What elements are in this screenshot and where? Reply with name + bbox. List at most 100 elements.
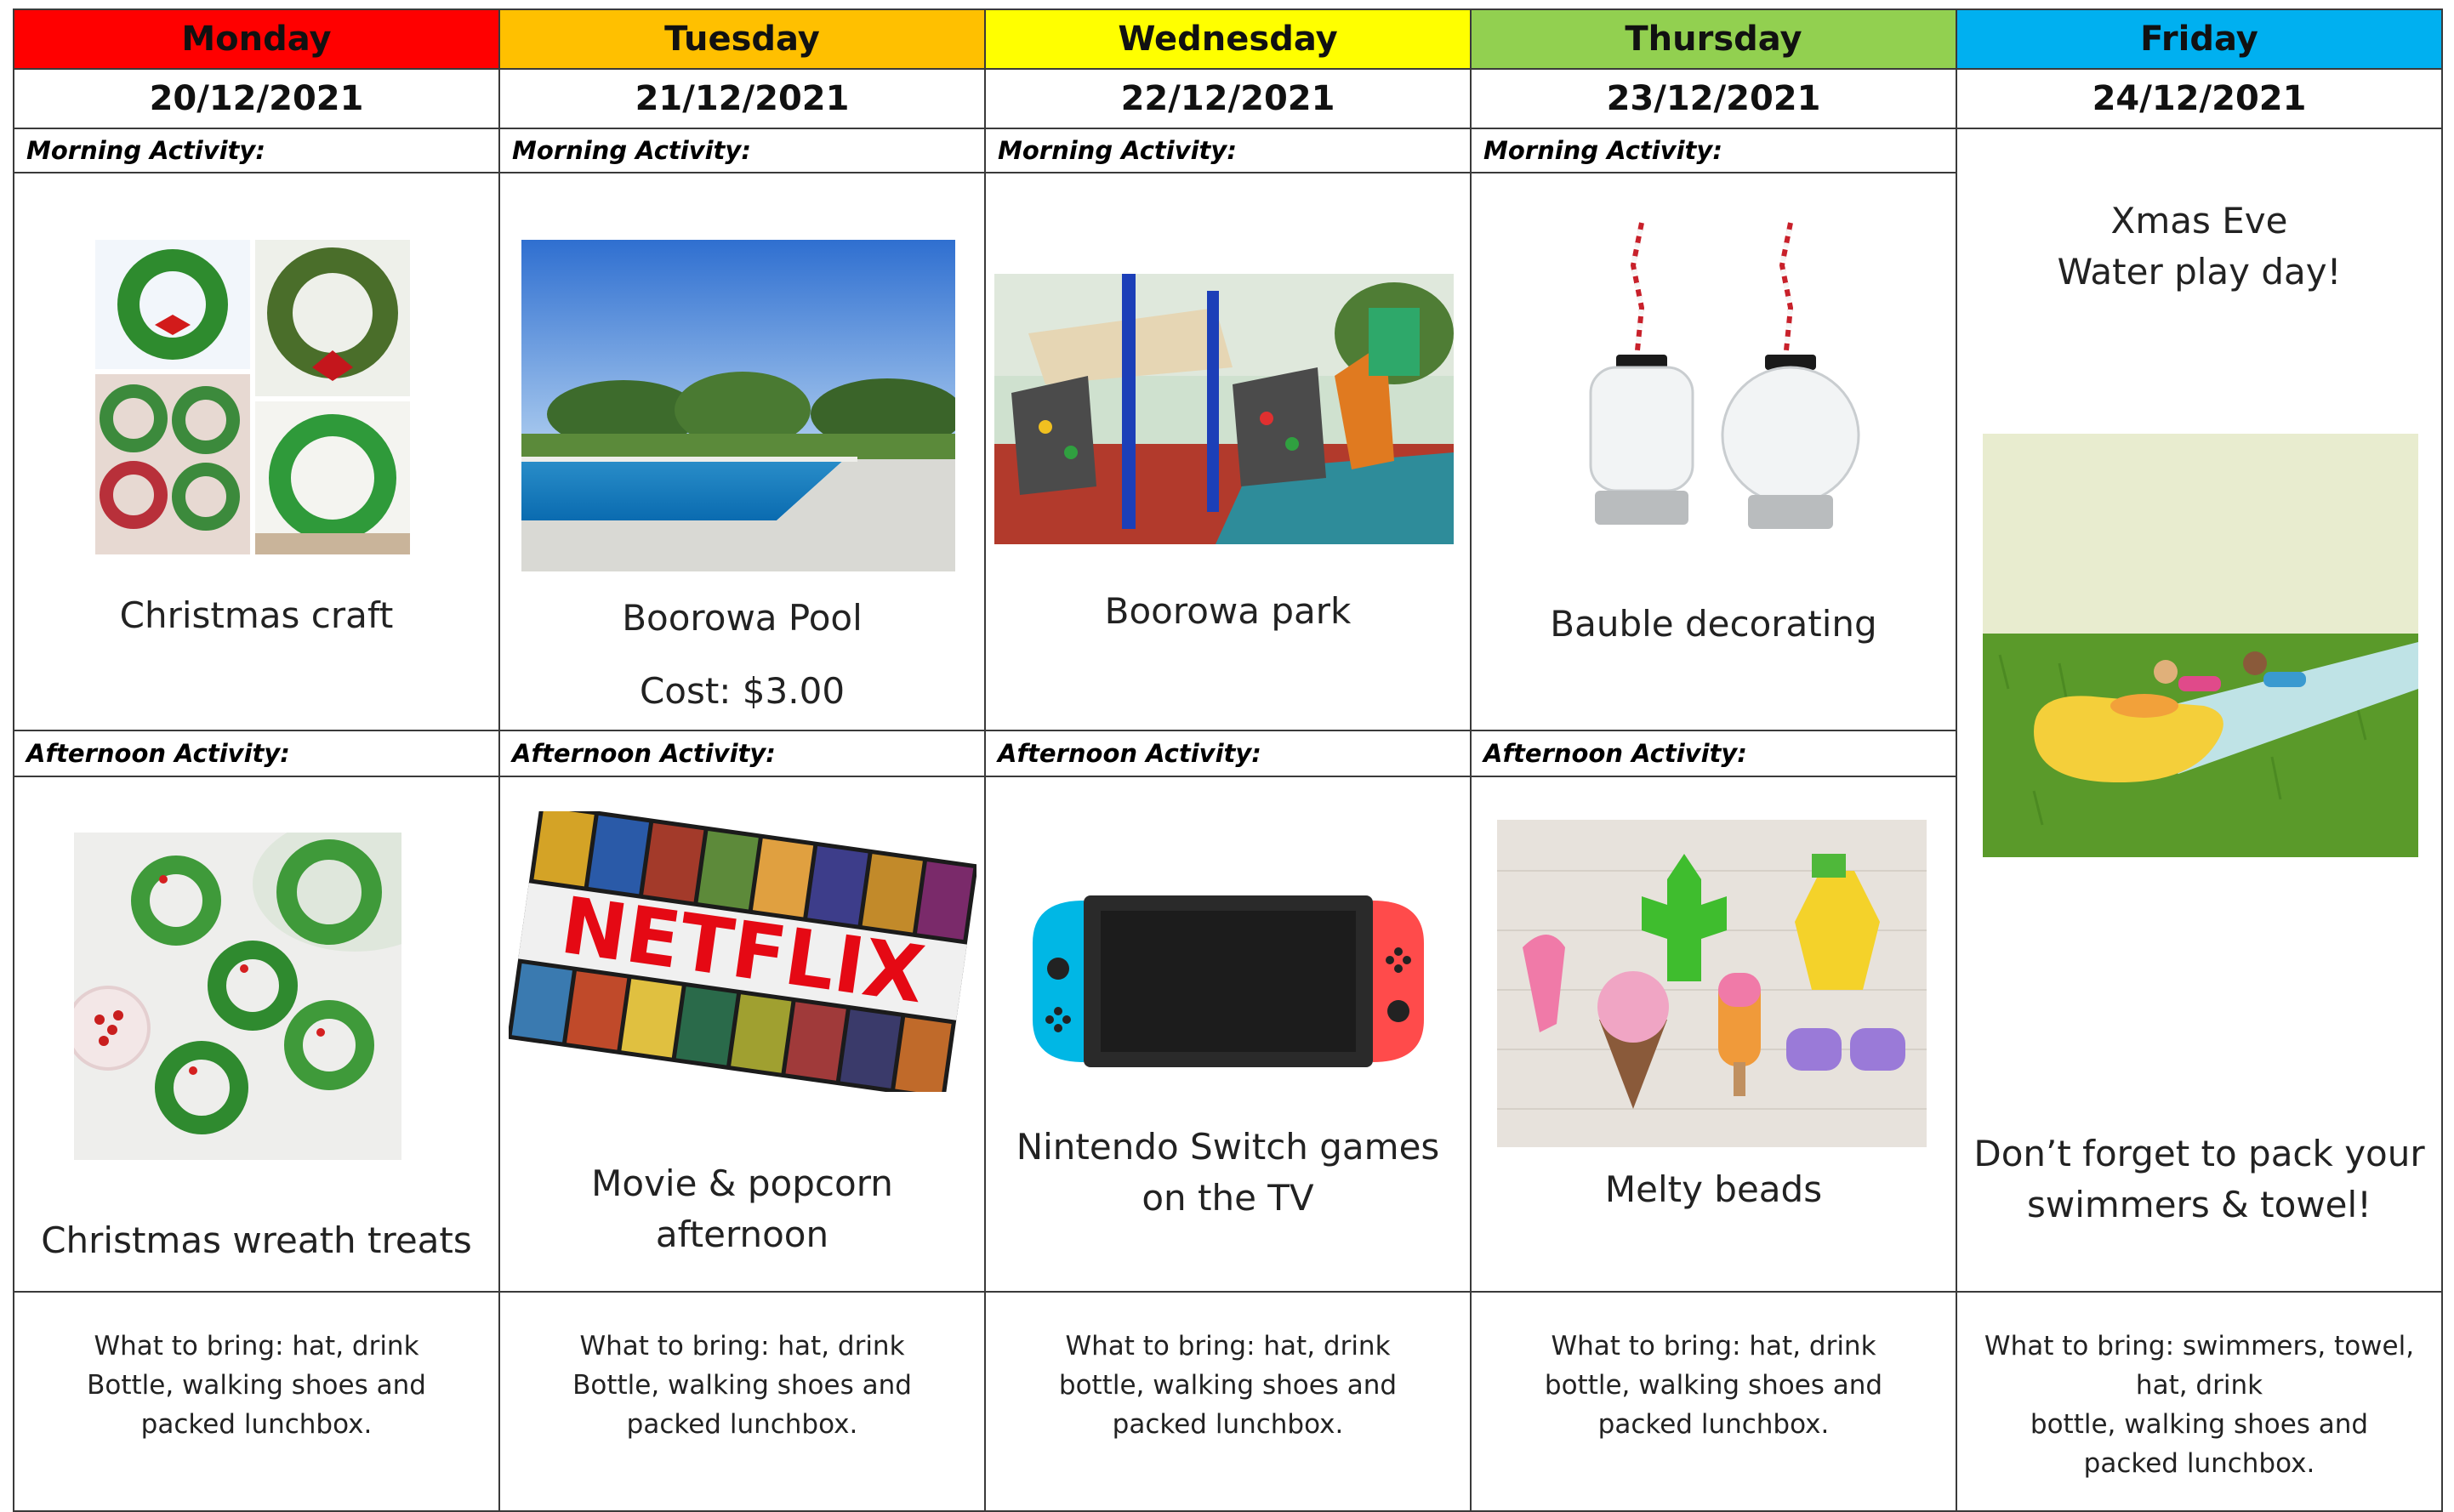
nintendo-switch-image	[1033, 892, 1424, 1071]
caption-line: Christmas craft	[119, 594, 394, 636]
afternoon-caption-tuesday: Movie & popcorn afternoon	[500, 1158, 984, 1260]
bring-line: packed lunchbox.	[1112, 1409, 1344, 1440]
bring-line: packed lunchbox.	[1597, 1409, 1830, 1440]
morning-caption-wednesday: Boorowa park	[986, 586, 1470, 637]
morning-label-text: Morning Activity:	[26, 136, 265, 165]
day-name: Friday	[2140, 20, 2258, 59]
afternoon-caption-wednesday: Nintendo Switch games on the TV	[986, 1122, 1470, 1224]
caption-line: Melty beads	[1604, 1168, 1823, 1210]
date-thursday: 23/12/2021	[1470, 68, 1957, 129]
day-name: Tuesday	[664, 20, 820, 59]
boorowa-pool-image	[521, 240, 955, 571]
christmas-craft-image	[95, 240, 410, 554]
friday-activity: Xmas Eve Water play day! Don’t forget to…	[1956, 128, 2443, 1293]
afternoon-label-text: Afternoon Activity:	[512, 739, 776, 768]
bring-line: packed lunchbox.	[626, 1409, 858, 1440]
morning-activity-thursday: Bauble decorating	[1470, 172, 1957, 731]
bauble-image	[1557, 214, 1880, 563]
caption-line: Boorowa park	[1104, 590, 1352, 632]
melty-beads-image	[1497, 820, 1927, 1147]
bring-text: What to bring: hat, drink bottle, walkin…	[1472, 1327, 1956, 1444]
headline-line: Water play day!	[2057, 251, 2342, 293]
bring-line: Bottle, walking shoes and	[572, 1370, 912, 1401]
friday-reminder: Don’t forget to pack your swimmers & tow…	[1957, 1128, 2441, 1231]
morning-caption-thursday: Bauble decorating	[1472, 599, 1956, 650]
bring-line: bottle, walking shoes and	[1058, 1370, 1398, 1401]
headline-line: Xmas Eve	[2110, 200, 2288, 242]
bring-text: What to bring: hat, drink Bottle, walkin…	[500, 1327, 984, 1444]
date-text: 20/12/2021	[149, 79, 364, 118]
morning-label-text: Morning Activity:	[1483, 136, 1722, 165]
date-monday: 20/12/2021	[13, 68, 500, 129]
morning-activity-monday: Christmas craft	[13, 172, 500, 731]
netflix-image: NETFLIX	[509, 811, 976, 1092]
bring-text: What to bring: hat, drink bottle, walkin…	[986, 1327, 1470, 1444]
morning-caption-monday: Christmas craft	[14, 590, 498, 641]
afternoon-label-text: Afternoon Activity:	[1483, 739, 1747, 768]
afternoon-label-wednesday: Afternoon Activity:	[984, 730, 1472, 777]
morning-activity-wednesday: Boorowa park	[984, 172, 1472, 731]
afternoon-activity-thursday: Melty beads	[1470, 776, 1957, 1293]
morning-activity-tuesday: Boorowa Pool Cost: $3.00	[498, 172, 986, 731]
bring-line: What to bring: hat, drink	[579, 1331, 905, 1361]
date-text: 23/12/2021	[1606, 79, 1821, 118]
date-wednesday: 22/12/2021	[984, 68, 1472, 129]
morning-label-monday: Morning Activity:	[13, 128, 500, 173]
afternoon-label-text: Afternoon Activity:	[998, 739, 1261, 768]
bring-line: What to bring: hat, drink	[1551, 1331, 1876, 1361]
day-header-friday: Friday	[1956, 9, 2443, 70]
day-header-thursday: Thursday	[1470, 9, 1957, 70]
morning-label-wednesday: Morning Activity:	[984, 128, 1472, 173]
day-header-tuesday: Tuesday	[498, 9, 986, 70]
afternoon-label-text: Afternoon Activity:	[26, 739, 290, 768]
date-text: 21/12/2021	[635, 79, 850, 118]
friday-headline: Xmas Eve Water play day!	[1957, 196, 2441, 298]
bring-line: packed lunchbox.	[140, 1409, 373, 1440]
date-text: 24/12/2021	[2092, 79, 2307, 118]
caption-line: Movie & popcorn	[591, 1162, 893, 1204]
bring-text: What to bring: hat, drink Bottle, walkin…	[14, 1327, 498, 1444]
date-text: 22/12/2021	[1120, 79, 1335, 118]
morning-label-text: Morning Activity:	[998, 136, 1237, 165]
day-name: Monday	[181, 20, 332, 59]
boorowa-park-image	[994, 274, 1454, 544]
afternoon-label-tuesday: Afternoon Activity:	[498, 730, 986, 777]
bring-line: bottle, walking shoes and	[2030, 1409, 2369, 1440]
morning-label-text: Morning Activity:	[512, 136, 751, 165]
bring-tuesday: What to bring: hat, drink Bottle, walkin…	[498, 1291, 986, 1512]
afternoon-activity-monday: Christmas wreath treats	[13, 776, 500, 1293]
day-name: Thursday	[1625, 20, 1802, 59]
date-friday: 24/12/2021	[1956, 68, 2443, 129]
afternoon-label-monday: Afternoon Activity:	[13, 730, 500, 777]
water-slide-image	[1983, 434, 2418, 857]
day-name: Wednesday	[1118, 20, 1338, 59]
morning-label-tuesday: Morning Activity:	[498, 128, 986, 173]
afternoon-caption-monday: Christmas wreath treats	[14, 1215, 498, 1266]
bring-line: bottle, walking shoes and	[1544, 1370, 1883, 1401]
afternoon-activity-tuesday: NETFLIX Movie & popcorn afternoon	[498, 776, 986, 1293]
morning-label-thursday: Morning Activity:	[1470, 128, 1957, 173]
bring-line: What to bring: hat, drink	[94, 1331, 419, 1361]
bring-thursday: What to bring: hat, drink bottle, walkin…	[1470, 1291, 1957, 1512]
bring-friday: What to bring: swimmers, towel, hat, dri…	[1956, 1291, 2443, 1512]
bring-monday: What to bring: hat, drink Bottle, walkin…	[13, 1291, 500, 1512]
day-header-monday: Monday	[13, 9, 500, 70]
bring-wednesday: What to bring: hat, drink bottle, walkin…	[984, 1291, 1472, 1512]
reminder-line: swimmers & towel!	[2026, 1184, 2372, 1225]
bring-line: What to bring: hat, drink	[1065, 1331, 1391, 1361]
date-tuesday: 21/12/2021	[498, 68, 986, 129]
caption-line: Nintendo Switch games	[1016, 1126, 1440, 1168]
bring-line: hat, drink	[2135, 1370, 2263, 1401]
caption-line: Boorowa Pool	[622, 597, 863, 639]
afternoon-activity-wednesday: Nintendo Switch games on the TV	[984, 776, 1472, 1293]
bring-text: What to bring: swimmers, towel, hat, dri…	[1957, 1327, 2441, 1483]
bring-line: packed lunchbox.	[2083, 1448, 2315, 1479]
afternoon-caption-thursday: Melty beads	[1472, 1164, 1956, 1215]
afternoon-label-thursday: Afternoon Activity:	[1470, 730, 1957, 777]
caption-line: on the TV	[1142, 1177, 1314, 1219]
caption-line: afternoon	[655, 1214, 829, 1255]
reminder-line: Don’t forget to pack your	[1973, 1133, 2425, 1174]
morning-caption-tuesday: Boorowa Pool Cost: $3.00	[500, 582, 984, 728]
wreath-treats-image	[74, 833, 401, 1160]
day-header-wednesday: Wednesday	[984, 9, 1472, 70]
